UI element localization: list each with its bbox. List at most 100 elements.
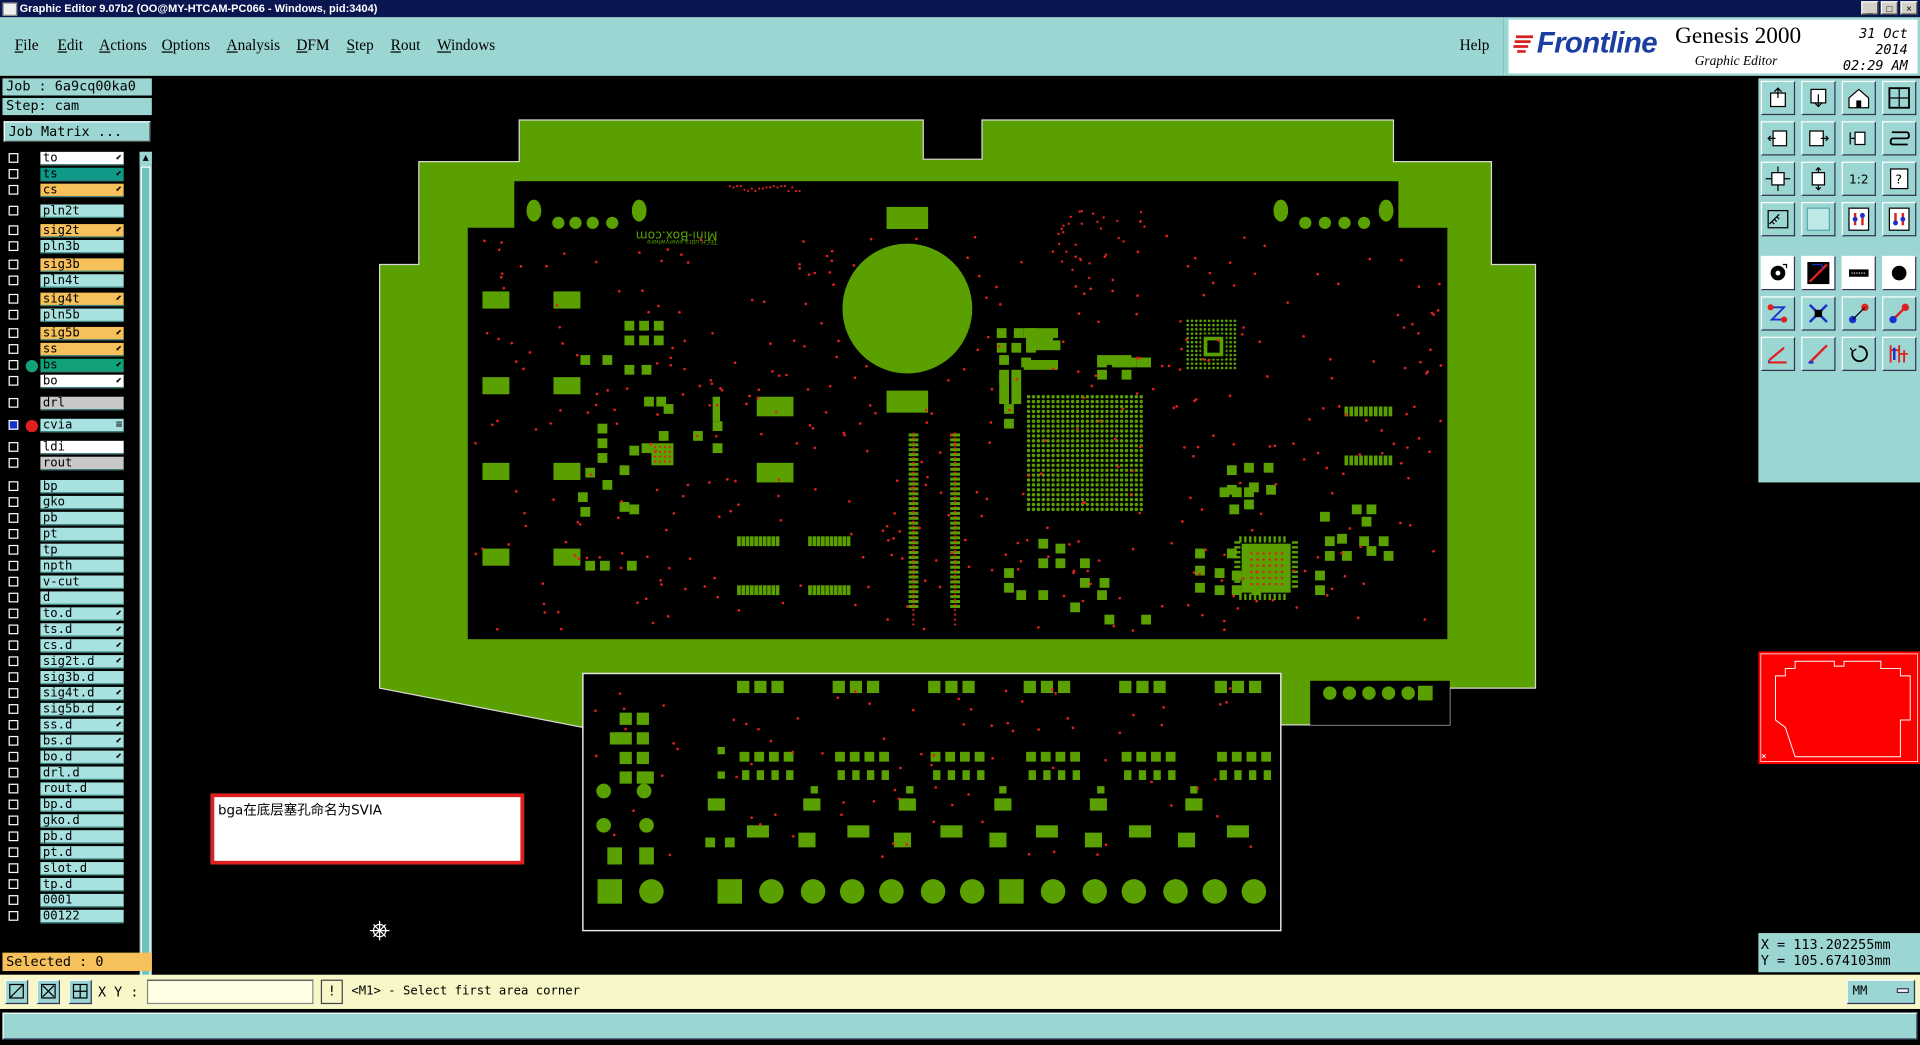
layer-scrollbar[interactable]: ▲ ▼	[139, 151, 152, 1024]
pan-right-icon[interactable]	[1801, 121, 1836, 156]
layer-name[interactable]: tp.d	[40, 877, 124, 892]
layer-checkbox[interactable]	[8, 720, 19, 730]
layer-row[interactable]: pt.d	[2, 846, 137, 861]
unit-selector[interactable]: MM	[1846, 979, 1916, 1005]
layer-checkbox[interactable]	[8, 442, 19, 452]
layer-name[interactable]: pln4t	[40, 274, 124, 288]
layer-checkbox[interactable]	[8, 293, 19, 304]
scroll-icon[interactable]	[1882, 121, 1917, 156]
layer-name[interactable]: pb	[40, 511, 124, 526]
layer-row[interactable]: bs ⬋	[2, 358, 137, 374]
layer-name[interactable]: bs.d ⬋	[40, 734, 124, 749]
layer-name[interactable]: bs ⬋	[40, 358, 124, 373]
layer-name[interactable]: cs ⬋	[40, 183, 124, 198]
layer-name[interactable]: ts.d ⬋	[40, 623, 124, 637]
layer-checkbox[interactable]	[8, 592, 19, 603]
layer-name[interactable]: sig5b ⬋	[40, 326, 124, 341]
layer-name[interactable]: sig2t.d ⬋	[40, 655, 124, 669]
layer-name[interactable]: sig3b	[40, 258, 124, 272]
connect-icon[interactable]	[1841, 296, 1876, 331]
layer-row[interactable]: pb.d	[2, 830, 137, 845]
layer-checkbox[interactable]	[8, 624, 19, 635]
layer-checkbox[interactable]	[8, 259, 19, 270]
scroll-up-icon[interactable]: ▲	[139, 151, 152, 165]
layer-row[interactable]: rout.d	[2, 782, 137, 797]
rotate-icon[interactable]	[1841, 336, 1876, 372]
layer-name[interactable]: 0001	[40, 893, 124, 908]
layer-name[interactable]: rout.d	[40, 782, 124, 796]
save-icon[interactable]	[1801, 80, 1836, 116]
layer-name[interactable]: pt.d	[40, 846, 124, 860]
layer-row[interactable]: v-cut	[2, 575, 137, 591]
layer-name[interactable]: pln3b	[40, 240, 124, 254]
layer-row[interactable]: rout	[2, 456, 137, 472]
layer-checkbox[interactable]	[8, 831, 19, 842]
layer-row[interactable]: slot.d	[2, 862, 137, 877]
layer-checkbox[interactable]	[8, 205, 19, 216]
layer-row[interactable]: pln5b	[2, 308, 137, 324]
layer-checkbox[interactable]	[8, 656, 19, 667]
layer-row[interactable]: bp.d	[2, 798, 137, 813]
open-icon[interactable]	[1760, 80, 1796, 116]
layer-row[interactable]: sig5b ⬋	[2, 326, 137, 342]
layer-row[interactable]: sig3b.d	[2, 671, 137, 686]
layer-checkbox[interactable]	[8, 704, 19, 714]
layer-checkbox[interactable]	[8, 799, 19, 810]
layer-name[interactable]: pln2t	[40, 204, 124, 218]
minimize-button[interactable]: _	[1861, 1, 1879, 15]
layer-row[interactable]: drl.d	[2, 766, 137, 782]
menu-edit[interactable]: Edit	[58, 37, 84, 55]
layer-checkbox[interactable]	[8, 815, 19, 826]
layer-checkbox[interactable]	[8, 576, 19, 587]
layer-name[interactable]: bp	[40, 480, 124, 494]
zoom-window-icon[interactable]	[1882, 80, 1917, 116]
layer-name[interactable]: bo.d ⬋	[40, 750, 124, 765]
layer-name[interactable]: sig5b.d ⬋	[40, 702, 124, 717]
layer-name[interactable]: cvia ≡	[40, 418, 124, 433]
layer-row[interactable]: cs.d ⬋	[2, 639, 137, 654]
layer-checkbox[interactable]	[8, 528, 19, 539]
layer-checkbox[interactable]	[8, 847, 19, 858]
layer-row[interactable]: gko.d	[2, 814, 137, 829]
layer-name[interactable]: npth	[40, 559, 124, 574]
layer-checkbox[interactable]	[8, 497, 19, 507]
layer-row[interactable]: bo.d ⬋	[2, 750, 137, 766]
layer-name[interactable]: bp.d	[40, 798, 124, 812]
layer-checkbox[interactable]	[8, 767, 19, 778]
maximize-button[interactable]: □	[1880, 1, 1898, 15]
layer-name[interactable]: ldi	[40, 440, 124, 455]
layer-checkbox[interactable]	[8, 481, 19, 492]
route-icon[interactable]	[1882, 296, 1917, 331]
grid-snap-icon[interactable]	[68, 979, 92, 1005]
layer-checkbox[interactable]	[8, 275, 19, 286]
layer-checkbox[interactable]	[8, 168, 19, 179]
pad-icon[interactable]	[1760, 255, 1796, 291]
layer-row[interactable]: bs.d ⬋	[2, 734, 137, 750]
layer-name[interactable]: to.d ⬋	[40, 607, 124, 621]
graphic-canvas[interactable]: Mini-Box.com TECH ultra everywhere bga在底…	[154, 75, 1756, 975]
layer-name[interactable]: gko	[40, 495, 124, 510]
layer-row[interactable]: ss ⬋	[2, 342, 137, 358]
layer-row[interactable]: ldi	[2, 440, 137, 456]
layer-checkbox[interactable]	[8, 751, 19, 762]
job-matrix-button[interactable]: Job Matrix ...	[3, 121, 151, 143]
xy-input[interactable]	[146, 979, 314, 1005]
layer-checkbox[interactable]	[8, 420, 19, 430]
layer-name[interactable]: sig4t ⬋	[40, 292, 124, 307]
layer-row[interactable]: d	[2, 591, 137, 606]
mirror-icon[interactable]	[1841, 121, 1876, 156]
layer-row[interactable]: 0001	[2, 893, 137, 909]
layer-checkbox[interactable]	[8, 328, 19, 338]
layer-name[interactable]: cs.d ⬋	[40, 639, 124, 653]
layer-checkbox[interactable]	[8, 225, 19, 236]
layer-row[interactable]: sig5b.d ⬋	[2, 702, 137, 718]
layer-row[interactable]: pln3b	[2, 240, 137, 255]
layer-name[interactable]: ss ⬋	[40, 342, 124, 357]
menu-rout[interactable]: Rout	[391, 37, 421, 55]
layer-row[interactable]: sig4t.d ⬋	[2, 686, 137, 702]
layer-row[interactable]: ts ⬋	[2, 167, 137, 183]
layer-row[interactable]: cvia ≡	[2, 418, 137, 434]
center-icon[interactable]	[1801, 161, 1836, 196]
close-button[interactable]: ×	[1900, 1, 1918, 15]
layer-checkbox[interactable]	[8, 783, 19, 794]
